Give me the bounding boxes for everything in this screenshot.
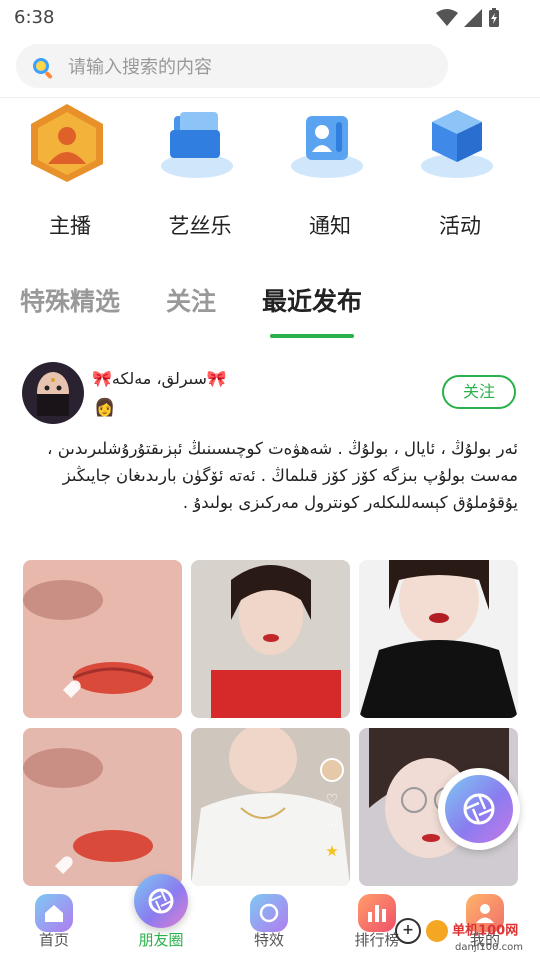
tab-label: 特殊精选 [20, 287, 121, 316]
photo-actions: ♡ ⋯ ★ [320, 758, 344, 860]
search-bar[interactable] [16, 44, 448, 88]
avatar[interactable] [22, 362, 84, 424]
nav-effects[interactable]: 特效 [224, 886, 314, 960]
notification-icon [286, 102, 368, 184]
camera-icon [445, 775, 513, 843]
folder-icon [156, 102, 238, 184]
nav-label: 特效 [253, 931, 284, 949]
tab-following[interactable]: 关注 [166, 282, 216, 332]
photo-thumbnail[interactable] [23, 728, 182, 886]
photo-thumbnail[interactable] [23, 560, 182, 718]
nav-home[interactable]: 首页 [9, 886, 99, 960]
tab-label: 关注 [166, 287, 217, 316]
nav-label: 首页 [38, 931, 69, 949]
watermark-logo-icon [425, 920, 448, 942]
watermark: + 单机100网 danji100.com [395, 918, 523, 953]
gender-icon: 👩 [94, 398, 116, 418]
home-icon [35, 894, 73, 932]
photo-thumbnail[interactable] [359, 560, 518, 718]
post-text: ئەر بولۇڭ ، ئايال ، بولۇڭ . شەھۋەت كوچىس… [47, 439, 518, 512]
tab-underline [270, 334, 355, 338]
photo-thumbnail[interactable] [191, 560, 350, 718]
effects-icon [250, 894, 288, 932]
category-activity[interactable]: 活动 [390, 98, 520, 248]
follow-button[interactable]: 关注 [442, 375, 516, 409]
watermark-plus-icon: + [395, 918, 421, 944]
cube-icon [416, 102, 498, 184]
watermark-url: danji100.com [455, 942, 523, 953]
status-bar: 6:38 [0, 0, 540, 36]
watermark-title: 单机100网 [452, 923, 519, 939]
category-notification[interactable]: 通知 [260, 98, 390, 248]
category-row: 主播 艺丝乐 通知 活动 [0, 98, 540, 248]
category-label: 活动 [439, 214, 481, 238]
tab-label: 最近发布 [262, 287, 363, 316]
wifi-icon [436, 9, 458, 26]
signal-icon [464, 9, 482, 27]
photo-thumbnail[interactable]: ♡ ⋯ ★ [191, 728, 350, 886]
battery-icon [489, 8, 499, 27]
category-label: 艺丝乐 [168, 214, 232, 238]
camera-icon [134, 874, 188, 928]
status-icons [436, 8, 500, 28]
nav-moments[interactable]: 朋友圈 [116, 874, 206, 960]
search-input[interactable] [66, 50, 430, 84]
category-label: 通知 [309, 214, 351, 238]
ranking-icon [358, 894, 396, 932]
search-icon [30, 55, 56, 85]
feed-tabs: 特殊精选 关注 最近发布 [20, 282, 408, 342]
camera-fab-button[interactable] [438, 768, 520, 850]
tab-recent[interactable]: 最近发布 [262, 282, 363, 338]
post-username[interactable]: 🎀سىرلق، مەلكە🎀 [92, 369, 247, 388]
heart-icon[interactable]: ♡ [326, 792, 339, 808]
anchor-icon [26, 102, 108, 184]
comment-icon[interactable]: ⋯ [326, 818, 338, 832]
category-anchor[interactable]: 主播 [0, 98, 130, 248]
user-avatar-icon[interactable] [320, 758, 344, 782]
tab-featured[interactable]: 特殊精选 [20, 282, 120, 332]
category-yisile[interactable]: 艺丝乐 [130, 98, 260, 248]
status-time: 6:38 [14, 7, 55, 28]
star-icon[interactable]: ★ [325, 842, 338, 860]
category-label: 主播 [49, 214, 91, 238]
nav-label: 朋友圈 [138, 931, 184, 949]
